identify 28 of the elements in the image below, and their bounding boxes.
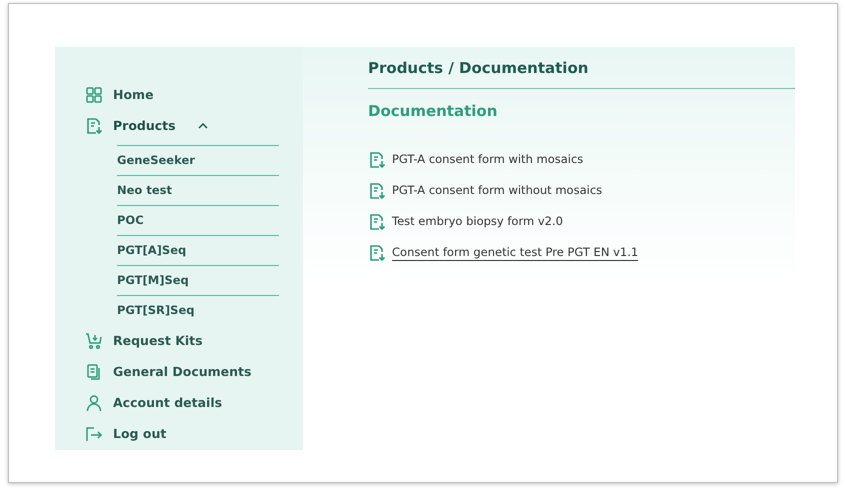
submenu-item[interactable]: PGT[SR]Seq [117,295,279,317]
document-link[interactable]: Consent form genetic test Pre PGT EN v1.1 [392,244,638,260]
cart-icon [85,332,103,350]
documents-icon [85,362,103,380]
document-download-icon [368,182,386,200]
document-download-icon [368,150,386,168]
submenu-item[interactable]: PGT[M]Seq [117,265,279,295]
nav-item[interactable]: Request Kits [85,325,279,356]
person-icon [85,394,103,412]
submenu-item[interactable]: Neo test [117,175,279,205]
document-link[interactable]: PGT-A consent form without mosaics [392,182,602,198]
nav-item[interactable]: Log out [85,418,279,449]
submenu-item[interactable]: GeneSeeker [117,145,279,175]
breadcrumb: Products / Documentation [368,59,795,89]
document-download-icon [368,212,386,230]
grid-icon [85,86,103,104]
document-link[interactable]: Test embryo biopsy form v2.0 [392,214,563,230]
nav-item[interactable]: Products [85,110,279,141]
submenu-item[interactable]: POC [117,205,279,235]
submenu-item[interactable]: PGT[A]Seq [117,235,279,265]
logout-icon [85,424,103,442]
nav-item[interactable]: Home [85,79,279,110]
document-download-icon [85,116,103,134]
document-download-icon [368,244,386,262]
nav-item[interactable]: General Documents [85,356,279,387]
section-heading: Documentation [368,102,498,120]
document-link[interactable]: PGT-A consent form with mosaics [392,152,584,168]
nav-item[interactable]: Account details [85,387,279,418]
